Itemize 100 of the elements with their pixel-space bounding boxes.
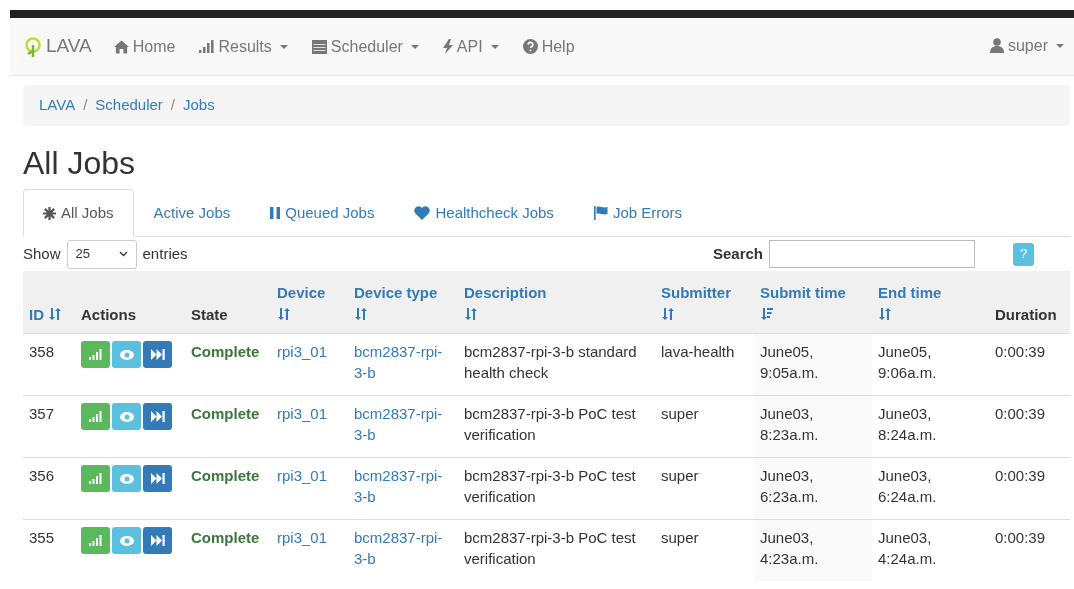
signal-icon — [89, 410, 102, 422]
end-time: June03, 4:24a.m. — [878, 527, 938, 570]
fast-forward-button[interactable] — [143, 526, 172, 554]
breadcrumb-separator: / — [83, 95, 88, 116]
submitter-name: super — [661, 465, 700, 486]
breadcrumb-link[interactable]: LAVA — [39, 94, 76, 117]
job-description: bcm2837-rpi-3-b standard health check — [464, 341, 638, 384]
results-button[interactable] — [81, 464, 110, 492]
tab[interactable]: Queued Jobs — [250, 189, 395, 238]
signal-icon — [89, 472, 102, 484]
view-button[interactable] — [112, 465, 141, 493]
chevron-icon — [118, 251, 128, 258]
submit-time: June03, 4:23a.m. — [760, 527, 820, 570]
job-state: Complete — [191, 403, 261, 424]
nav-link[interactable]: Help — [522, 34, 575, 59]
end-time: June03, 8:24a.m. — [878, 403, 938, 446]
results-button[interactable] — [81, 526, 110, 554]
pause-icon — [270, 207, 281, 220]
job-state: Complete — [191, 527, 261, 548]
device-link[interactable]: rpi3_01 — [277, 340, 342, 363]
caret-icon — [1056, 43, 1064, 48]
tab[interactable]: Job Errors — [573, 189, 703, 238]
column-header[interactable]: Device — [277, 284, 326, 302]
view-button[interactable] — [112, 341, 141, 369]
fast-forward-button[interactable] — [143, 464, 172, 492]
column-header[interactable]: End time — [878, 284, 942, 302]
entries-select[interactable]: 25 — [66, 239, 137, 269]
tab[interactable]: Active Jobs — [133, 189, 251, 238]
user-menu[interactable]: super — [989, 33, 1064, 58]
show-label: Show — [23, 243, 61, 264]
user-icon — [989, 38, 1004, 53]
job-description: bcm2837-rpi-3-b PoC test verification — [464, 403, 637, 446]
fast-forward-icon — [150, 472, 165, 484]
caret-icon — [410, 44, 419, 49]
device-type-link[interactable]: bcm2837-rpi-3-b — [354, 340, 452, 385]
lightning-icon — [442, 39, 453, 54]
end-time: June03, 6:24a.m. — [878, 465, 938, 508]
submitter-name: lava-health — [661, 341, 736, 362]
job-description: bcm2837-rpi-3-b PoC test verification — [464, 465, 637, 508]
nav-link[interactable]: API — [442, 34, 499, 59]
job-duration: 0:00:39 — [995, 465, 1047, 486]
fast-forward-icon — [150, 534, 165, 546]
submitter-name: super — [661, 527, 700, 548]
home-icon — [113, 39, 129, 54]
breadcrumb-link[interactable]: Scheduler — [95, 94, 163, 117]
eye-icon — [119, 535, 134, 546]
submit-time: June03, 6:23a.m. — [760, 465, 820, 508]
device-type-link[interactable]: bcm2837-rpi-3-b — [354, 464, 452, 509]
submit-time: June03, 8:23a.m. — [760, 403, 820, 446]
calendar-icon — [311, 39, 327, 54]
submitter-name: super — [661, 403, 700, 424]
help-icon — [522, 39, 538, 54]
device-type-link[interactable]: bcm2837-rpi-3-b — [354, 526, 452, 571]
logo-icon — [24, 36, 42, 57]
signal-icon — [89, 534, 102, 546]
device-link[interactable]: rpi3_01 — [277, 464, 342, 487]
breadcrumb-link[interactable]: Jobs — [183, 94, 215, 117]
breadcrumb-separator: / — [170, 95, 176, 116]
caret-icon — [490, 44, 499, 49]
tab[interactable]: Healthcheck Jobs — [394, 189, 574, 238]
submit-time: June05, 9:05a.m. — [760, 341, 820, 384]
job-duration: 0:00:39 — [995, 403, 1047, 424]
column-header[interactable]: Description — [464, 284, 547, 302]
caret-icon — [279, 44, 288, 49]
fast-forward-icon — [150, 410, 165, 422]
device-link[interactable]: rpi3_01 — [277, 526, 342, 549]
nav-link[interactable]: Home — [113, 34, 176, 59]
device-link[interactable]: rpi3_01 — [277, 402, 342, 425]
tab[interactable]: All Jobs — [23, 189, 134, 238]
eye-icon — [119, 473, 134, 484]
job-description: bcm2837-rpi-3-b PoC test verification — [464, 527, 637, 570]
column-header: State — [191, 305, 228, 323]
results-button[interactable] — [81, 402, 110, 430]
job-duration: 0:00:39 — [995, 341, 1047, 362]
brand-link[interactable]: LAVA — [24, 32, 92, 61]
asterisk-icon — [43, 206, 56, 220]
job-id: 358 — [29, 341, 56, 362]
fast-forward-icon — [150, 348, 165, 360]
bar-chart-icon — [199, 40, 215, 53]
end-time: June05, 9:06a.m. — [878, 341, 938, 384]
view-button[interactable] — [112, 527, 141, 555]
job-id: 355 — [29, 527, 56, 548]
signal-icon — [89, 348, 102, 360]
search-field[interactable] — [769, 240, 975, 269]
results-button[interactable] — [81, 340, 110, 368]
column-header: Actions — [81, 305, 136, 323]
device-type-link[interactable]: bcm2837-rpi-3-b — [354, 402, 452, 447]
nav-link[interactable]: Results — [199, 34, 288, 59]
fast-forward-button[interactable] — [143, 340, 172, 368]
job-state: Complete — [191, 341, 261, 362]
entries-label: entries — [142, 243, 189, 264]
view-button[interactable] — [112, 403, 141, 431]
fast-forward-button[interactable] — [143, 402, 172, 430]
nav-link[interactable]: Scheduler — [311, 34, 419, 59]
column-header: Duration — [995, 305, 1057, 323]
job-id: 357 — [29, 403, 56, 424]
page-title: All Jobs — [23, 146, 137, 182]
eye-icon — [119, 349, 134, 360]
column-header[interactable]: ID — [29, 305, 44, 323]
search-label: Search — [712, 243, 763, 264]
